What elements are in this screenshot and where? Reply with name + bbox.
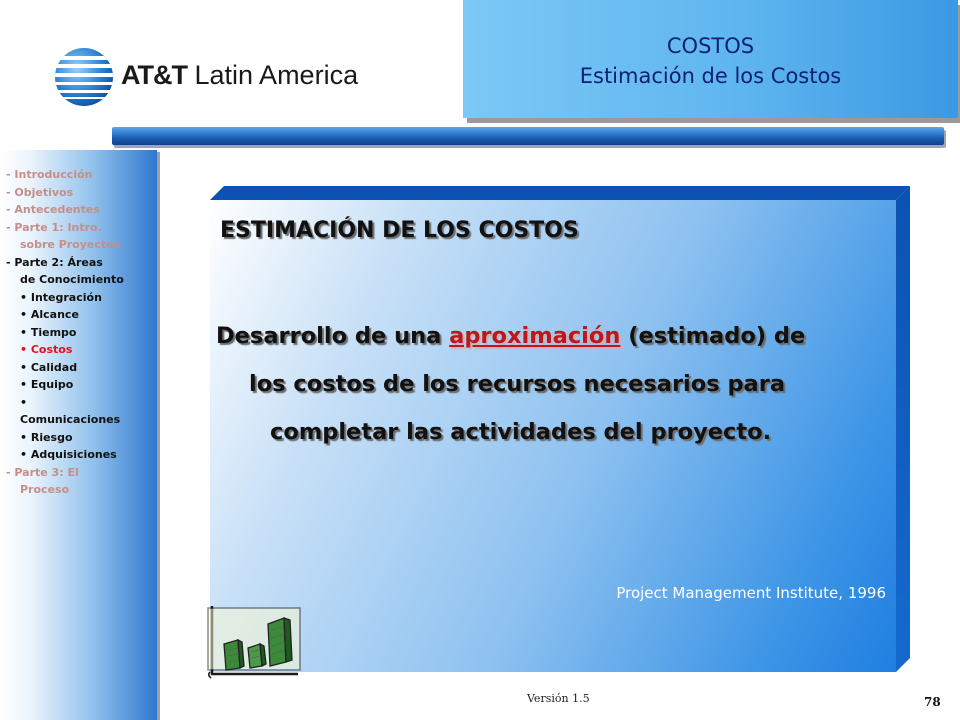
slide-subtitle: Estimación de los Costos bbox=[579, 64, 842, 88]
agenda-item: - Parte 1: Intro. bbox=[6, 220, 102, 234]
definition-text: Desarrollo de una aproximación (estimado… bbox=[216, 312, 896, 456]
att-logo: AT&T Latin America bbox=[55, 48, 358, 108]
source-citation: Project Management Institute, 1996 bbox=[616, 584, 886, 602]
globe-icon bbox=[55, 48, 113, 106]
highlighted-term: aproximación bbox=[449, 323, 621, 349]
agenda-item: • Integración bbox=[20, 290, 102, 304]
agenda-item: • Tiempo bbox=[20, 325, 77, 339]
agenda-item: • Calidad bbox=[20, 360, 78, 374]
agenda-item: - Parte 2: Áreas bbox=[6, 255, 103, 269]
agenda-item: de Conocimiento bbox=[20, 273, 124, 286]
agenda-list: - Introducción - Objetivos - Antecedentes -… bbox=[6, 166, 151, 499]
logo-text: AT&T Latin America bbox=[121, 60, 358, 91]
agenda-item: - Objetivos bbox=[6, 185, 74, 199]
content-box-side-edge bbox=[896, 186, 910, 672]
agenda-item: - Antecedentes bbox=[6, 203, 100, 216]
agenda-item: • Equipo bbox=[20, 378, 74, 391]
definition-part-1: Desarrollo de una bbox=[216, 323, 450, 349]
agenda-item: Proceso bbox=[20, 483, 70, 496]
agenda-item: • Adquisiciones bbox=[20, 448, 117, 461]
logo-brand: AT&T bbox=[121, 60, 188, 90]
agenda-item: • bbox=[20, 395, 28, 409]
agenda-sidebar: - Introducción - Objetivos - Antecedentes -… bbox=[0, 150, 157, 720]
agenda-item: sobre Proyectos bbox=[20, 238, 121, 251]
bar-chart-icon bbox=[207, 606, 301, 679]
agenda-item: - Introducción bbox=[6, 168, 93, 181]
content-box: ESTIMACIÓN DE LOS COSTOS Desarrollo de u… bbox=[210, 200, 896, 672]
definition-line-3: completar las actividades del proyecto. bbox=[270, 419, 772, 445]
version-label: Versión 1.5 bbox=[527, 692, 590, 705]
agenda-item: - Parte 3: El bbox=[6, 465, 79, 479]
agenda-item: Comunicaciones bbox=[20, 413, 121, 426]
slide-title: COSTOS bbox=[666, 34, 755, 58]
definition-line-2: los costos de los recursos necesarios pa… bbox=[249, 371, 786, 397]
slide-title-box: COSTOS Estimación de los Costos bbox=[463, 0, 958, 118]
header-divider-bar bbox=[112, 127, 944, 145]
content-box-top-edge bbox=[210, 186, 910, 200]
logo-region: Latin America bbox=[194, 60, 359, 90]
definition-line-1: Desarrollo de una aproximación (estimado… bbox=[216, 312, 896, 360]
content-heading: ESTIMACIÓN DE LOS COSTOS bbox=[220, 218, 579, 243]
page-number: 78 bbox=[924, 695, 941, 709]
agenda-item: • Riesgo bbox=[20, 430, 73, 444]
agenda-item: • Alcance bbox=[20, 308, 79, 321]
agenda-item: • Costos bbox=[20, 343, 73, 356]
definition-part-2: (estimado) de bbox=[620, 323, 806, 349]
